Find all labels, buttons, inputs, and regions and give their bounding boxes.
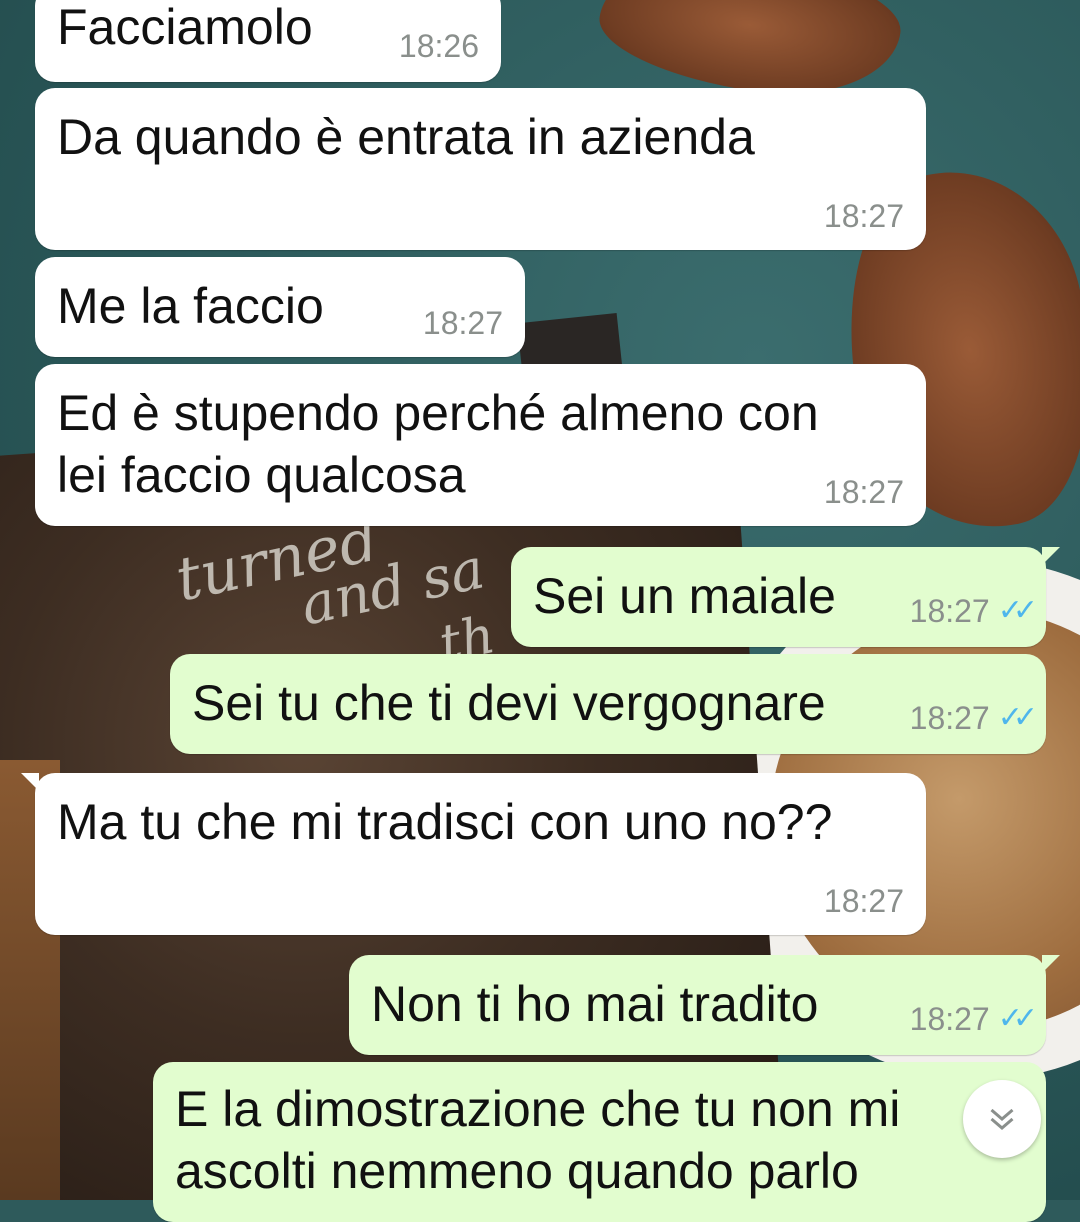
message-text: Da quando è entrata in azienda bbox=[57, 109, 755, 165]
message-bubble-outgoing[interactable]: Non ti ho mai tradito 18:27 ✓✓ bbox=[349, 955, 1060, 1055]
message-list[interactable]: Facciamolo 18:26 Da quando è entrata in … bbox=[0, 0, 1080, 1222]
scroll-to-bottom-button[interactable] bbox=[963, 1080, 1041, 1158]
message-time: 18:27 bbox=[422, 305, 503, 341]
bubble-tail bbox=[1042, 955, 1060, 973]
bubble-tail bbox=[21, 773, 39, 791]
message-time-value: 18:27 bbox=[909, 700, 990, 736]
message-time: 18:26 bbox=[398, 28, 479, 64]
double-chevron-down-icon bbox=[990, 1108, 1014, 1130]
message-time: 18:27 bbox=[823, 883, 904, 919]
message-time-value: 18:27 bbox=[909, 1001, 990, 1037]
message-time: 18:27 bbox=[823, 474, 904, 510]
message-text: Sei tu che ti devi vergognare bbox=[192, 675, 826, 731]
bubble-tail bbox=[1042, 547, 1060, 565]
message-bubble-outgoing[interactable]: E la dimostrazione che tu non mi ascolti… bbox=[153, 1062, 1046, 1222]
message-bubble-outgoing[interactable]: Sei un maiale 18:27 ✓✓ bbox=[511, 547, 1060, 647]
double-check-read-icon: ✓✓ bbox=[997, 594, 1038, 627]
message-time: 18:27 ✓✓ bbox=[909, 1001, 1038, 1038]
message-text: E la dimostrazione che tu non mi ascolti… bbox=[175, 1081, 915, 1199]
message-bubble-outgoing[interactable]: Sei tu che ti devi vergognare 18:27 ✓✓ bbox=[170, 654, 1046, 754]
message-text: Ed è stupendo perché almeno con lei facc… bbox=[57, 385, 833, 503]
message-time-value: 18:27 bbox=[909, 593, 990, 629]
message-bubble[interactable]: Me la faccio 18:27 bbox=[35, 257, 525, 357]
message-bubble[interactable]: Ma tu che mi tradisci con uno no?? 18:27 bbox=[21, 773, 926, 935]
double-check-read-icon: ✓✓ bbox=[997, 1002, 1038, 1035]
message-bubble[interactable]: Ed è stupendo perché almeno con lei facc… bbox=[35, 364, 926, 526]
double-check-read-icon: ✓✓ bbox=[997, 701, 1038, 734]
message-bubble[interactable]: Da quando è entrata in azienda 18:27 bbox=[35, 88, 926, 250]
message-bubble[interactable]: Facciamolo 18:26 bbox=[35, 0, 501, 82]
message-time: 18:27 bbox=[823, 198, 904, 234]
message-time: 18:27 ✓✓ bbox=[909, 700, 1038, 737]
message-text: Ma tu che mi tradisci con uno no?? bbox=[57, 794, 833, 850]
message-time: 18:27 ✓✓ bbox=[909, 593, 1038, 630]
